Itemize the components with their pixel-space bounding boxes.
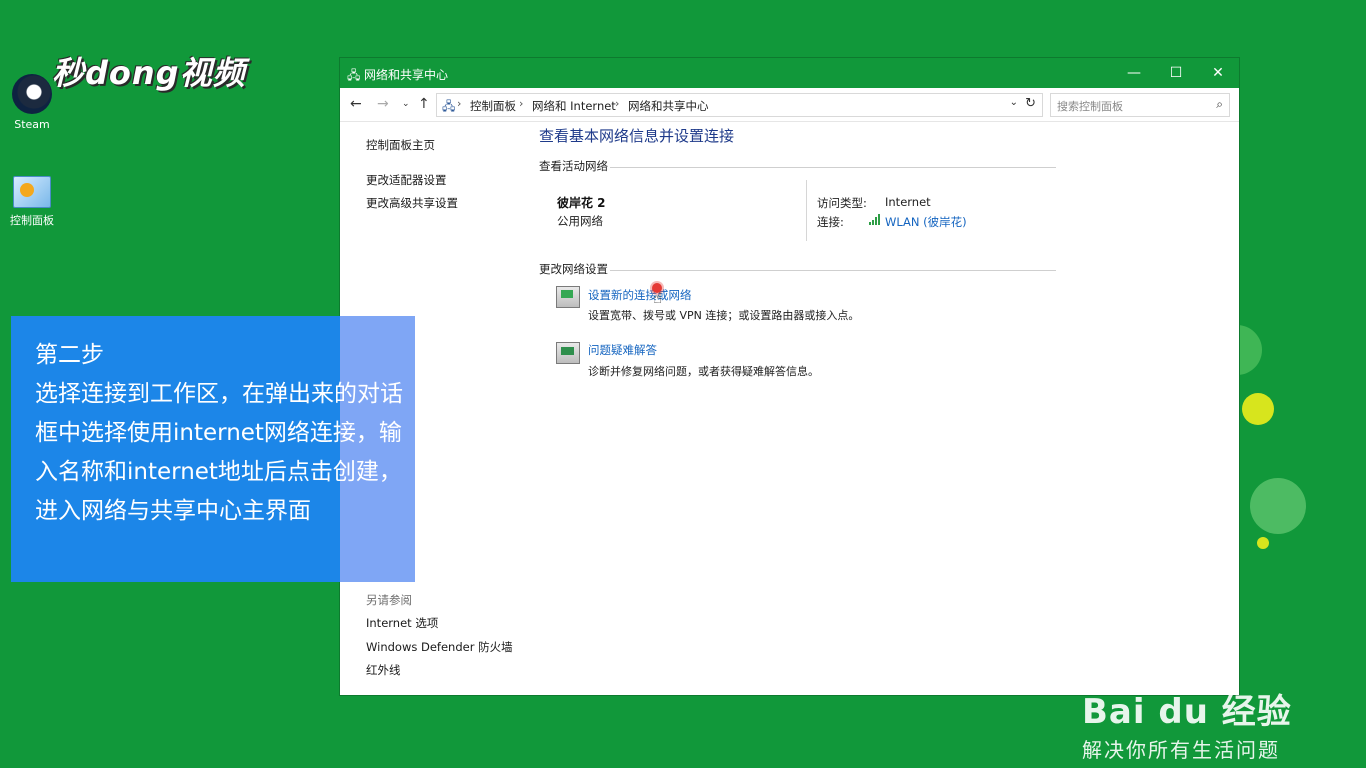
breadcrumb-separator-icon: › (615, 97, 620, 110)
watermark-slogan: 解决你所有生活问题 (1082, 738, 1280, 762)
active-networks-heading: 查看活动网络 (539, 159, 608, 173)
back-arrow-icon[interactable]: ← (350, 96, 362, 112)
hand-cursor-icon: ☝ (653, 289, 663, 307)
network-location-icon: 🖧 (442, 99, 456, 113)
breadcrumb-separator-icon: › (457, 97, 462, 110)
title-bar[interactable]: 🖧 网络和共享中心 — ☐ ✕ (340, 58, 1239, 88)
tutorial-caption: 第二步 选择连接到工作区，在弹出来的对话框中选择使用internet网络连接，输… (11, 316, 415, 582)
internet-options-link[interactable]: Internet 选项 (366, 615, 438, 631)
caption-text: 第二步 选择连接到工作区，在弹出来的对话框中选择使用internet网络连接，输… (35, 342, 403, 524)
access-type-label: 访问类型: (817, 196, 867, 210)
desktop-icon-control-panel[interactable]: 控制面板 (0, 176, 64, 228)
task-description: 诊断并修复网络问题，或者获得疑难解答信息。 (588, 365, 819, 378)
address-bar[interactable]: 🖧 › 控制面板 › 网络和 Internet › 网络和共享中心 ⌄ ↻ (436, 93, 1043, 117)
change-adapter-settings-link[interactable]: 更改适配器设置 (366, 172, 447, 188)
control-panel-home-link[interactable]: 控制面板主页 (366, 137, 435, 153)
video-logo: 秒dong视频 (52, 54, 246, 92)
change-advanced-sharing-link[interactable]: 更改高级共享设置 (366, 195, 458, 211)
breadcrumb-network-internet[interactable]: 网络和 Internet (532, 98, 616, 114)
decor-circle (1250, 478, 1306, 534)
decor-circle (1242, 393, 1274, 425)
decor-circle (1257, 537, 1269, 549)
close-button[interactable]: ✕ (1197, 58, 1239, 88)
divider (610, 167, 1056, 168)
network-app-icon: 🖧 (347, 68, 361, 82)
forward-arrow-icon[interactable]: → (377, 96, 389, 112)
change-network-settings-heading: 更改网络设置 (539, 262, 608, 276)
refresh-icon[interactable]: ↻ (1025, 96, 1036, 111)
windows-defender-firewall-link[interactable]: Windows Defender 防火墙 (366, 639, 513, 655)
access-type-value: Internet (885, 195, 931, 209)
baidu-jingyan-logo: Bai du 经验 (1082, 692, 1292, 732)
troubleshoot-icon (556, 342, 580, 364)
desktop-icon-steam[interactable]: Steam (0, 74, 64, 131)
minimize-button[interactable]: — (1113, 58, 1155, 88)
task-description: 设置宽带、拨号或 VPN 连接；或设置路由器或接入点。 (588, 309, 860, 322)
network-sharing-center-window: 🖧 网络和共享中心 — ☐ ✕ ← → ⌄ ↑ 🖧 › 控制面板 › 网络和 I… (340, 58, 1239, 695)
page-title: 查看基本网络信息并设置连接 (539, 127, 735, 145)
search-placeholder: 搜索控制面板 (1057, 100, 1123, 113)
desktop-icon-label: 控制面板 (10, 214, 54, 227)
network-name: 彼岸花 2 (557, 196, 606, 210)
connection-label: 连接: (817, 215, 844, 229)
search-icon: ⌕ (1216, 97, 1223, 111)
breadcrumb-control-panel[interactable]: 控制面板 (470, 98, 516, 114)
search-input[interactable]: 搜索控制面板 ⌕ (1050, 93, 1230, 117)
set-up-new-connection-link[interactable]: 设置新的连接或网络 (588, 287, 692, 303)
new-connection-icon (556, 286, 580, 308)
divider (610, 270, 1056, 271)
steam-icon (12, 74, 52, 114)
desktop-icon-label: Steam (14, 118, 50, 131)
maximize-button[interactable]: ☐ (1155, 58, 1197, 88)
infrared-link[interactable]: 红外线 (366, 662, 401, 678)
wifi-signal-icon (869, 214, 880, 225)
recent-locations-icon[interactable]: ⌄ (402, 99, 410, 109)
window-title: 网络和共享中心 (364, 68, 449, 82)
see-also-heading: 另请参阅 (366, 593, 412, 607)
network-category: 公用网络 (557, 214, 603, 228)
divider (806, 180, 807, 241)
troubleshoot-problems-link[interactable]: 问题疑难解答 (588, 342, 657, 358)
control-panel-icon (13, 176, 51, 208)
breadcrumb-network-sharing-center[interactable]: 网络和共享中心 (628, 98, 709, 114)
breadcrumb-separator-icon: › (519, 97, 524, 110)
up-arrow-icon[interactable]: ↑ (418, 96, 430, 112)
navigation-bar: ← → ⌄ ↑ 🖧 › 控制面板 › 网络和 Internet › 网络和共享中… (340, 88, 1239, 122)
chevron-down-icon[interactable]: ⌄ (1010, 97, 1018, 108)
wlan-connection-link[interactable]: WLAN (彼岸花) (885, 214, 967, 230)
